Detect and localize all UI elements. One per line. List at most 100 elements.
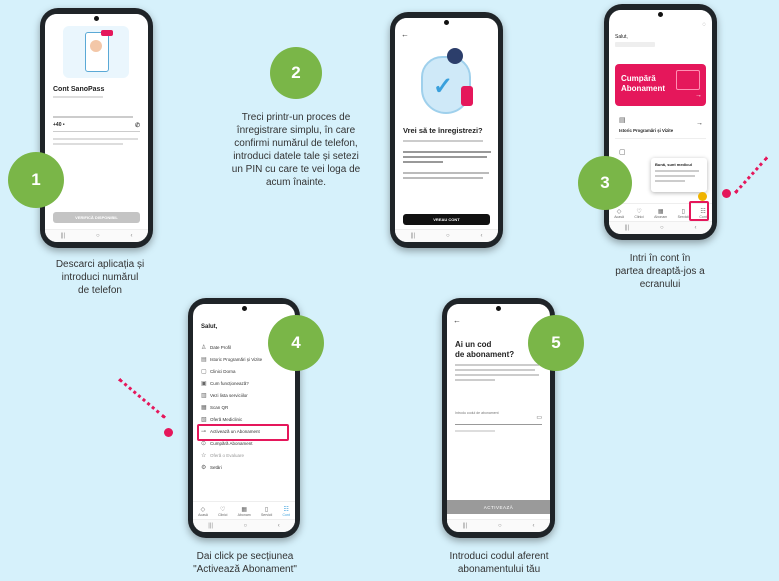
screen2-text-line-3: [403, 156, 487, 158]
star-icon: ☆: [201, 453, 207, 459]
buy-subscription-card[interactable]: Cumpără Abonament →: [615, 64, 706, 106]
screen2-text-line-6: [403, 177, 483, 179]
person-icon: ♙: [201, 345, 207, 351]
chat-bubble-icon[interactable]: [698, 192, 707, 201]
camera-dot: [658, 12, 663, 17]
screen1-text-line: [53, 116, 133, 118]
phone-number-input[interactable]: +40 • ✆: [53, 122, 140, 132]
phone-illustration-icon: [85, 32, 109, 72]
chat-popup[interactable]: Bună, sunt medicul: [651, 158, 707, 192]
nav-back-icon[interactable]: ‹: [695, 225, 697, 231]
nav-back-icon[interactable]: ‹: [278, 523, 280, 529]
caption-line: partea dreaptă-jos a: [615, 266, 705, 277]
nav-recents-icon[interactable]: |||: [410, 233, 415, 239]
menu-item-how-it-works[interactable]: ▣ Cum funcționează?: [201, 378, 287, 389]
step-circle-2: 2: [270, 47, 322, 99]
cart-icon: [676, 70, 700, 90]
nav-back-icon[interactable]: ‹: [131, 233, 133, 239]
menu-item-scan-qr[interactable]: ▦ Scan QR: [201, 402, 287, 413]
nav-home-icon[interactable]: ○: [446, 233, 450, 239]
tab-clinics[interactable]: ♡ Clinici: [218, 506, 227, 517]
menu-item-rate[interactable]: ☆ Oferă o Evaluare: [201, 450, 287, 461]
screen5-title-line1: Ai un cod: [455, 340, 492, 349]
person-body-icon: [461, 86, 473, 106]
back-arrow-icon[interactable]: ←: [453, 316, 461, 325]
screen-step-1: Cont SanoPass +40 • ✆ VERIFICĂ DISPONIBI…: [45, 14, 148, 242]
caption-line: Treci printr-un proces de: [241, 112, 351, 123]
nav-home-icon[interactable]: ○: [96, 233, 100, 239]
tab-services[interactable]: ▯ Servicii: [261, 506, 272, 517]
tab-clinics[interactable]: ♡ Clinici: [634, 208, 643, 219]
nav-recents-icon[interactable]: |||: [624, 225, 629, 231]
input-label: Introdu codul de abonament: [455, 411, 499, 415]
nav-back-icon[interactable]: ‹: [481, 233, 483, 239]
nav-home-icon[interactable]: ○: [660, 225, 664, 231]
phone-step-2: ← ✓ Vrei să te înregistrezi? VREAU CONT …: [390, 12, 503, 248]
person-icon: [447, 48, 463, 64]
screen5-text-line-2: [455, 369, 535, 371]
nav-recents-icon[interactable]: |||: [462, 523, 467, 529]
menu-item-services[interactable]: ▥ Vezi lista serviciilor: [201, 390, 287, 401]
account-icon: ☷: [283, 506, 289, 513]
nav-home-icon[interactable]: ○: [498, 523, 502, 529]
heart-icon: ♡: [636, 208, 642, 215]
help-icon[interactable]: ◌: [702, 22, 706, 28]
screen2-text-line-4: [403, 161, 443, 163]
qr-icon: ▦: [201, 405, 207, 411]
clinic-icon: ▢: [201, 369, 207, 375]
cart-icon: ⊙: [201, 441, 207, 447]
tab-subscriptions[interactable]: ▦ Abonam: [654, 208, 667, 219]
history-icon: ▤: [619, 117, 626, 124]
tab-label: Acasă: [614, 214, 624, 219]
camera-dot: [444, 20, 449, 25]
menu-label: Istoric Programări și Vizite: [210, 357, 263, 362]
tab-home[interactable]: ◇ Acasă: [198, 506, 208, 517]
caption-line: de telefon: [78, 285, 122, 296]
screen5-helper-line: [455, 430, 495, 432]
menu-item-settings[interactable]: ⚙ Setări: [201, 462, 287, 473]
tab-account[interactable]: ☷ Cont: [282, 506, 289, 517]
tab-subscriptions[interactable]: ▦ Abonam: [238, 506, 251, 517]
caption-line: introduci datele tale și setezi: [233, 151, 359, 162]
camera-dot: [241, 306, 247, 311]
tab-home[interactable]: ◇ Acasă: [614, 208, 624, 219]
nav-home-icon[interactable]: ○: [244, 523, 248, 529]
badge-icon: [101, 30, 113, 36]
buy-card-title-2: Abonament: [621, 84, 665, 93]
popup-text-line: [655, 170, 699, 172]
screen1-terms-line-1: [53, 138, 138, 140]
activate-button[interactable]: ACTIVEAZĂ: [447, 500, 550, 514]
clinic-icon: ▢: [619, 149, 626, 156]
step-circle-4: 4: [268, 315, 324, 371]
tab-services[interactable]: ▯ Servicii: [678, 208, 689, 219]
back-arrow-icon[interactable]: ←: [401, 30, 409, 39]
tab-label: Cont: [282, 512, 290, 517]
home-icon: ◇: [200, 506, 206, 513]
nav-recents-icon[interactable]: |||: [60, 233, 65, 239]
sanopass-illustration: [63, 26, 129, 78]
menu-item-buy-subscription[interactable]: ⊙ Cumpără Abonament: [201, 438, 287, 449]
arrow-right-icon: →: [695, 92, 702, 99]
subscription-code-input[interactable]: Introdu codul de abonament ▭: [455, 410, 542, 425]
menu-item-clinics[interactable]: ▢ Clinici Dorna: [201, 366, 287, 377]
status-bar: [193, 304, 295, 313]
pointer-dot: [722, 189, 731, 198]
caption-line: Descarci aplicația și: [55, 259, 145, 270]
tab-label: Clinici: [634, 214, 644, 219]
services-icon: ▯: [264, 506, 269, 513]
nav-recents-icon[interactable]: |||: [208, 523, 213, 529]
caption-line: introduci numărul: [61, 272, 139, 283]
verify-button[interactable]: VERIFICĂ DISPONIBIL: [53, 212, 140, 223]
screen3-greeting: Salut,: [615, 34, 628, 40]
caption-line: Dai click pe secțiunea: [196, 551, 294, 562]
history-row[interactable]: ▤ Istoric Programări și Vizite →: [615, 112, 706, 139]
nav-back-icon[interactable]: ‹: [533, 523, 535, 529]
qr-icon: ▦: [241, 506, 248, 513]
screen2-title: Vrei să te înregistrezi?: [403, 126, 483, 135]
status-bar: [609, 10, 712, 19]
create-account-button[interactable]: VREAU CONT: [403, 214, 490, 225]
menu-label: Oferă o Evaluare: [210, 453, 245, 458]
phone-number-value: +40 •: [53, 122, 65, 128]
caption-step-3: Intri în cont în partea dreaptă-jos a ec…: [590, 252, 730, 291]
scan-icon[interactable]: ▭: [536, 414, 542, 421]
